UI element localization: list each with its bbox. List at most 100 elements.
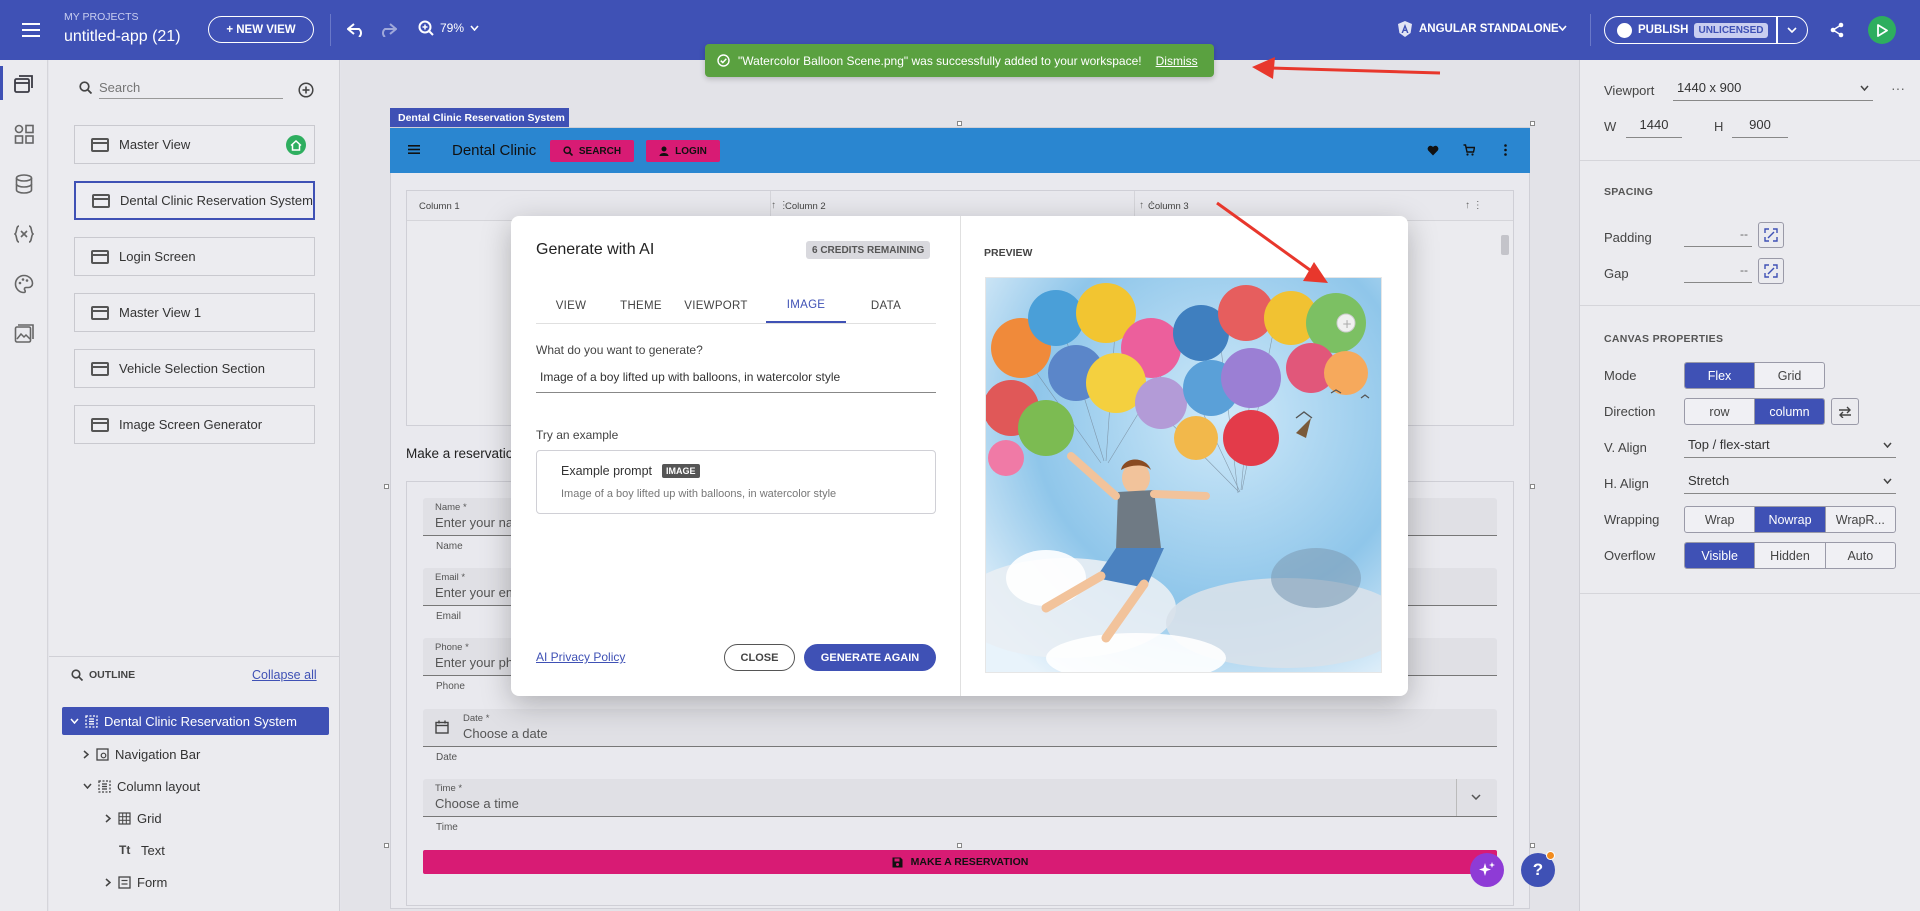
link-gap-icon[interactable] [1758, 258, 1784, 284]
column-header[interactable]: Column 3 [1148, 201, 1189, 212]
swap-direction-icon[interactable] [1831, 398, 1859, 425]
view-item-dental-clinic[interactable]: Dental Clinic Reservation System [74, 181, 315, 220]
calendar-icon[interactable] [435, 720, 449, 734]
tab-data[interactable]: DATA [846, 289, 926, 323]
tab-viewport[interactable]: VIEWPORT [676, 289, 756, 323]
search-input[interactable] [99, 76, 283, 99]
chevron-right-icon[interactable] [105, 877, 111, 887]
heart-icon[interactable] [1427, 145, 1439, 156]
outline-item-grid[interactable]: Grid [105, 804, 371, 832]
more-horiz-icon[interactable]: ··· [1891, 80, 1905, 96]
tab-image[interactable]: IMAGE [766, 289, 846, 323]
overflow-option-auto[interactable]: Auto [1826, 543, 1895, 568]
assets-icon[interactable] [12, 322, 36, 346]
time-field[interactable]: Time * Choose a time [423, 779, 1497, 817]
make-reservation-button[interactable]: MAKE A RESERVATION [423, 850, 1497, 874]
collapse-all-link[interactable]: Collapse all [252, 668, 317, 682]
wrapping-option-wrap[interactable]: Wrap [1685, 507, 1756, 532]
column-header[interactable]: Column 1 [419, 201, 460, 212]
frame-label[interactable]: Dental Clinic Reservation System [390, 108, 569, 127]
outline-item-column-layout[interactable]: Column layout [83, 772, 349, 800]
login-button[interactable]: LOGIN [646, 140, 720, 162]
gap-input[interactable]: -- [1684, 258, 1752, 283]
resize-handle[interactable] [957, 843, 962, 848]
wrapping-option-wrap-reverse[interactable]: WrapR... [1826, 507, 1895, 532]
resize-handle[interactable] [1530, 484, 1535, 489]
wrapping-option-nowrap[interactable]: Nowrap [1755, 507, 1826, 532]
more-vert-icon[interactable] [1504, 144, 1507, 156]
outline-item-dental-clinic[interactable]: Dental Clinic Reservation System [62, 707, 329, 735]
column-header[interactable]: Column 2 [785, 201, 826, 212]
outline-item-navigation-bar[interactable]: Navigation Bar [83, 740, 349, 768]
sort-icon[interactable]: ↑ ⋮ [1465, 200, 1483, 211]
undo-icon[interactable] [341, 15, 371, 45]
chevron-down-icon[interactable] [1471, 794, 1481, 800]
new-view-button[interactable]: + NEW VIEW [208, 16, 314, 43]
date-field[interactable]: Date * Choose a date [423, 709, 1497, 747]
zoom-level[interactable]: 79% [440, 21, 464, 35]
resize-handle[interactable] [957, 121, 962, 126]
direction-option-row[interactable]: row [1685, 399, 1755, 424]
ai-assistant-button[interactable] [1470, 853, 1504, 887]
framework-selector[interactable]: ANGULAR STANDALONE [1419, 23, 1559, 35]
projects-label[interactable]: MY PROJECTS [64, 11, 138, 23]
views-icon[interactable] [12, 72, 36, 96]
view-item-image-screen-generator[interactable]: Image Screen Generator [74, 405, 315, 444]
database-icon[interactable] [12, 172, 36, 196]
mode-option-flex[interactable]: Flex [1685, 363, 1755, 388]
viewport-select[interactable]: 1440 x 900 [1673, 75, 1873, 101]
chevron-down-icon[interactable] [70, 718, 79, 724]
width-input[interactable]: 1440 [1626, 112, 1682, 138]
view-item-master-view[interactable]: Master View [74, 125, 315, 164]
resize-handle[interactable] [384, 484, 389, 489]
resize-handle[interactable] [384, 843, 389, 848]
outline-item-form[interactable]: Form [105, 868, 371, 896]
view-item-master-view-1[interactable]: Master View 1 [74, 293, 315, 332]
run-button[interactable] [1868, 16, 1896, 44]
tab-view[interactable]: VIEW [536, 289, 606, 323]
scrollbar-thumb[interactable] [1501, 235, 1509, 255]
chevron-right-icon[interactable] [105, 813, 111, 823]
search-button[interactable]: SEARCH [550, 140, 634, 162]
link-padding-icon[interactable] [1758, 222, 1784, 248]
direction-toggle[interactable]: row column [1684, 398, 1825, 425]
privacy-policy-link[interactable]: AI Privacy Policy [536, 650, 625, 664]
overflow-option-visible[interactable]: Visible [1685, 543, 1756, 568]
padding-input[interactable]: -- [1684, 222, 1752, 247]
zoom-icon[interactable] [418, 20, 434, 36]
home-icon[interactable] [286, 135, 306, 155]
chevron-down-icon[interactable] [1558, 25, 1567, 31]
view-item-login-screen[interactable]: Login Screen [74, 237, 315, 276]
redo-icon[interactable] [373, 15, 403, 45]
prompt-input[interactable]: Image of a boy lifted up with balloons, … [536, 364, 936, 393]
resize-handle[interactable] [1530, 121, 1535, 126]
mode-toggle[interactable]: Flex Grid [1684, 362, 1825, 389]
menu-icon[interactable] [408, 145, 420, 154]
chevron-down-icon[interactable] [83, 783, 92, 789]
app-title[interactable]: untitled-app (21) [64, 28, 181, 46]
toast-dismiss-link[interactable]: Dismiss [1156, 54, 1198, 68]
cart-icon[interactable] [1463, 144, 1475, 156]
preview-image[interactable]: + [985, 277, 1382, 673]
mode-option-grid[interactable]: Grid [1755, 363, 1824, 388]
chevron-right-icon[interactable] [83, 749, 89, 759]
wrapping-toggle[interactable]: Wrap Nowrap WrapR... [1684, 506, 1896, 533]
h-align-select[interactable]: Stretch [1684, 468, 1896, 494]
publish-menu-button[interactable] [1776, 16, 1808, 44]
palette-icon[interactable] [12, 272, 36, 296]
add-icon[interactable] [298, 82, 314, 98]
overflow-toggle[interactable]: Visible Hidden Auto [1684, 542, 1896, 569]
share-icon[interactable] [1822, 15, 1852, 45]
overflow-option-hidden[interactable]: Hidden [1755, 543, 1826, 568]
publish-button[interactable]: PUBLISH UNLICENSED [1604, 16, 1778, 44]
menu-icon[interactable] [16, 15, 46, 45]
example-card[interactable]: Example prompt IMAGE Image of a boy lift… [536, 450, 936, 514]
v-align-select[interactable]: Top / flex-start [1684, 432, 1896, 458]
height-input[interactable]: 900 [1732, 112, 1788, 138]
app-bar[interactable]: Dental Clinic SEARCH LOGIN [390, 128, 1530, 173]
resize-handle[interactable] [1530, 843, 1535, 848]
components-icon[interactable] [12, 122, 36, 146]
chevron-down-icon[interactable] [470, 25, 479, 31]
view-item-vehicle-selection[interactable]: Vehicle Selection Section [74, 349, 315, 388]
tab-theme[interactable]: THEME [606, 289, 676, 323]
